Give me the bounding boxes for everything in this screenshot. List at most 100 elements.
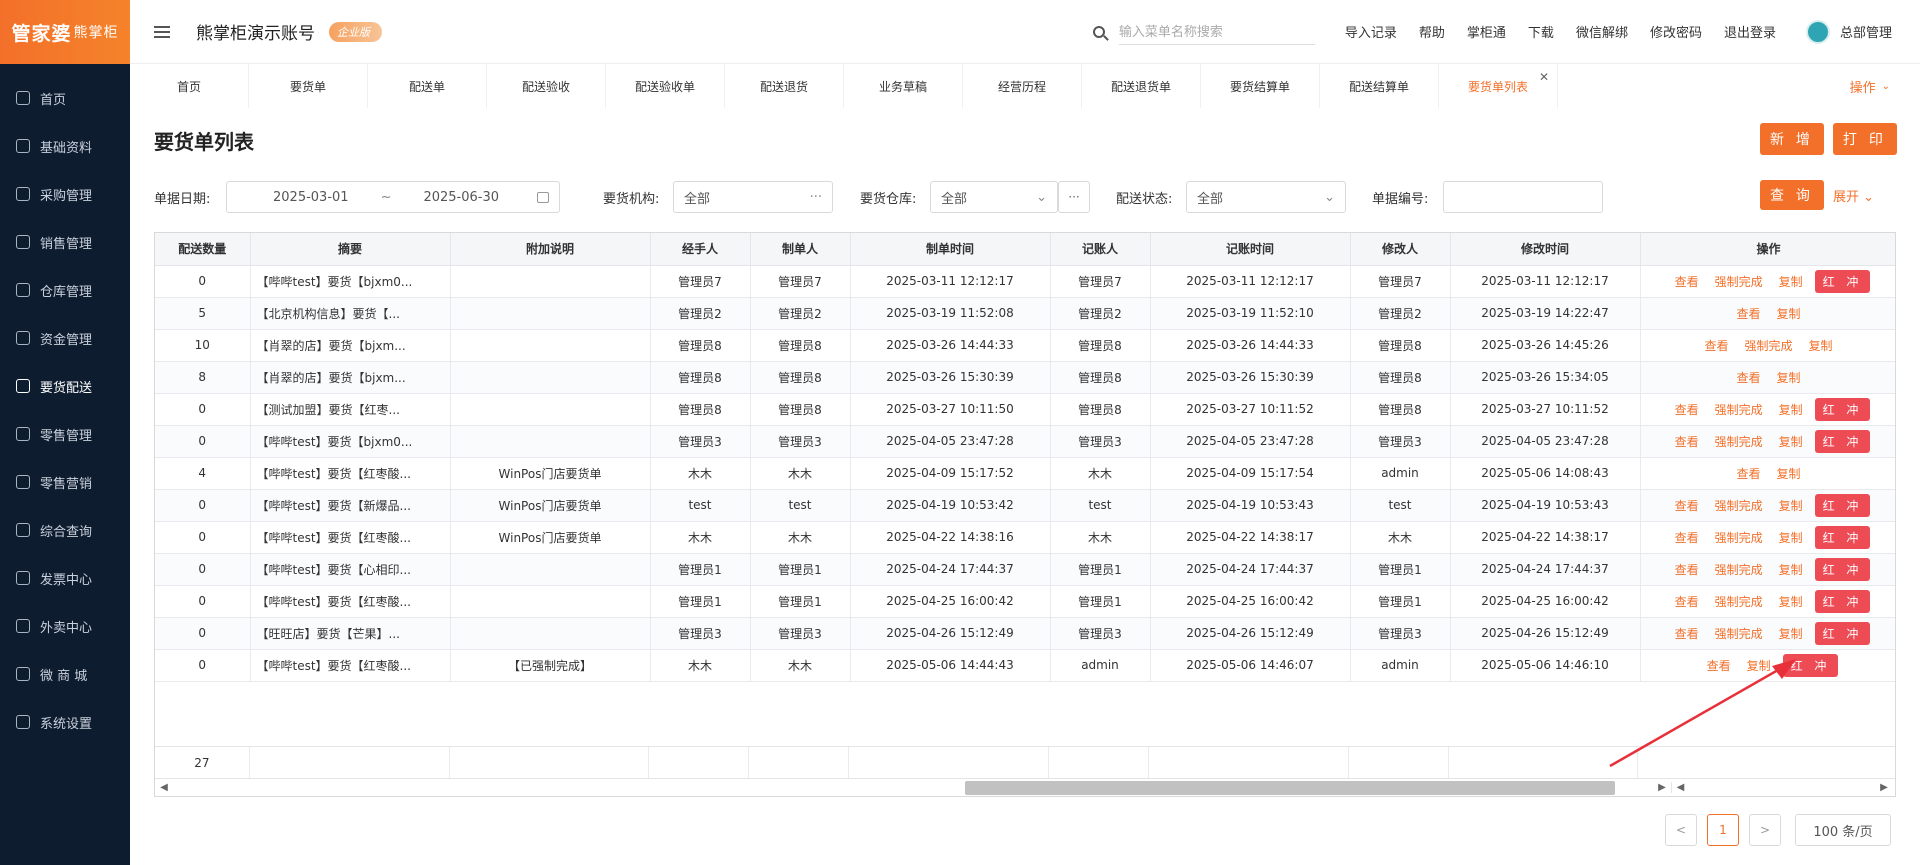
print-button[interactable]: 打 印 <box>1833 123 1897 155</box>
date-range-picker[interactable]: 2025-03-01 ~ 2025-06-30 <box>226 181 560 213</box>
column-header[interactable]: 制单人 <box>750 233 851 266</box>
page-number-button[interactable]: 1 <box>1707 814 1739 846</box>
view-link[interactable]: 查看 <box>1675 627 1699 641</box>
view-link[interactable]: 查看 <box>1736 467 1760 481</box>
sidebar-item[interactable]: 资金管理 <box>0 314 130 362</box>
column-header[interactable]: 记账人 <box>1050 233 1151 266</box>
table-row[interactable]: 0 【哔哔test】要货【红枣酸... WinPos门店要货单 木木 木木 2025-04… <box>155 521 1895 554</box>
copy-link[interactable]: 复制 <box>1779 275 1803 289</box>
copy-link[interactable]: 复制 <box>1809 339 1833 353</box>
new-button[interactable]: 新 增 <box>1760 123 1824 155</box>
column-header[interactable]: 经手人 <box>650 233 751 266</box>
table-row[interactable]: 0 【测试加盟】要货【红枣... 管理员8 管理员8 2025-03-27 10:11:… <box>155 393 1895 426</box>
red-reverse-button[interactable]: 红 冲 <box>1814 429 1871 453</box>
menu-toggle-icon[interactable] <box>154 25 170 38</box>
tab[interactable]: 要货单 <box>249 64 368 108</box>
avatar[interactable] <box>1805 19 1830 44</box>
copy-link[interactable]: 复制 <box>1777 307 1801 321</box>
red-reverse-button[interactable]: 红 冲 <box>1814 397 1871 421</box>
red-reverse-button[interactable]: 红 冲 <box>1814 557 1871 581</box>
column-header[interactable]: 配送数量 <box>155 233 251 266</box>
view-link[interactable]: 查看 <box>1675 595 1699 609</box>
scroll-left-icon[interactable]: ◀ <box>155 782 173 793</box>
view-link[interactable]: 查看 <box>1675 499 1699 513</box>
column-header[interactable]: 修改人 <box>1350 233 1451 266</box>
table-row[interactable]: 0 【哔哔test】要货【新爆品... WinPos门店要货单 test test 202… <box>155 489 1895 522</box>
tab[interactable]: 配送结算单 <box>1320 64 1439 108</box>
sidebar-item[interactable]: 微 商 城 <box>0 650 130 698</box>
sidebar-item[interactable]: 基础资料 <box>0 122 130 170</box>
column-header[interactable]: 记账时间 <box>1150 233 1351 266</box>
view-link[interactable]: 查看 <box>1675 275 1699 289</box>
tab[interactable]: 经营历程 <box>963 64 1082 108</box>
copy-link[interactable]: 复制 <box>1779 595 1803 609</box>
next-page-button[interactable]: > <box>1749 814 1781 846</box>
change-password-link[interactable]: 修改密码 <box>1650 22 1702 41</box>
tab[interactable]: 业务草稿 <box>844 64 963 108</box>
force-complete-link[interactable]: 强制完成 <box>1715 531 1763 545</box>
warehouse-more-button[interactable]: ··· <box>1058 181 1090 213</box>
warehouse-select[interactable]: 全部 ⌄ <box>930 181 1058 213</box>
tab[interactable]: 配送验收单 <box>606 64 725 108</box>
copy-link[interactable]: 复制 <box>1779 531 1803 545</box>
sidebar-item[interactable]: 要货配送 <box>0 362 130 410</box>
table-row[interactable]: 0 【哔哔test】要货【心相印... 管理员1 管理员1 2025-04-24 17:… <box>155 553 1895 586</box>
help-link[interactable]: 帮助 <box>1419 22 1445 41</box>
copy-link[interactable]: 复制 <box>1779 627 1803 641</box>
close-icon[interactable]: ✕ <box>1539 70 1549 84</box>
sidebar-item[interactable]: 销售管理 <box>0 218 130 266</box>
column-header[interactable]: 操作 <box>1640 233 1895 266</box>
tab[interactable]: 首页 <box>130 64 249 108</box>
table-row[interactable]: 8 【肖翠的店】要货【bjxm... 管理员8 管理员8 2025-03-26 15:3… <box>155 361 1895 394</box>
query-button[interactable]: 查 询 <box>1760 180 1824 210</box>
sidebar-item[interactable]: 零售营销 <box>0 458 130 506</box>
column-header[interactable]: 摘要 <box>250 233 451 266</box>
sidebar-item[interactable]: 系统设置 <box>0 698 130 746</box>
force-complete-link[interactable]: 强制完成 <box>1715 627 1763 641</box>
zhanggui-link[interactable]: 掌柜通 <box>1467 22 1506 41</box>
tab[interactable]: 配送验收 <box>487 64 606 108</box>
copy-link[interactable]: 复制 <box>1779 563 1803 577</box>
red-reverse-button[interactable]: 红 冲 <box>1814 525 1871 549</box>
tab[interactable]: 配送单 <box>368 64 487 108</box>
table-row[interactable]: 4 【哔哔test】要货【红枣酸... WinPos门店要货单 木木 木木 2025-04… <box>155 457 1895 490</box>
table-row[interactable]: 0 【哔哔test】要货【红枣酸... 管理员1 管理员1 2025-04-25 16:… <box>155 585 1895 618</box>
import-records-link[interactable]: 导入记录 <box>1345 22 1397 41</box>
copy-link[interactable]: 复制 <box>1779 499 1803 513</box>
copy-link[interactable]: 复制 <box>1779 435 1803 449</box>
copy-link[interactable]: 复制 <box>1777 371 1801 385</box>
column-header[interactable]: 制单时间 <box>850 233 1051 266</box>
tab-ops-dropdown[interactable]: 操作 ⌄ <box>1850 64 1920 108</box>
red-reverse-button[interactable]: 红 冲 <box>1814 621 1871 645</box>
status-select[interactable]: 全部 ⌄ <box>1186 181 1346 213</box>
column-header[interactable]: 修改时间 <box>1450 233 1641 266</box>
table-row[interactable]: 5 【北京机构信息】要货【... 管理员2 管理员2 2025-03-19 11:52:… <box>155 297 1895 330</box>
scroll-track[interactable] <box>173 779 1663 797</box>
wechat-unbind-link[interactable]: 微信解绑 <box>1576 22 1628 41</box>
force-complete-link[interactable]: 强制完成 <box>1715 595 1763 609</box>
view-link[interactable]: 查看 <box>1704 339 1728 353</box>
scroll-right-icon[interactable]: ▶ <box>1875 782 1893 793</box>
sidebar-item[interactable]: 外卖中心 <box>0 602 130 650</box>
tab[interactable]: 配送退货单 <box>1082 64 1201 108</box>
table-row[interactable]: 0 【哔哔test】要货【bjxm0... 管理员3 管理员3 2025-04-05 2… <box>155 425 1895 458</box>
scroll-right-icon[interactable]: ▶ <box>1653 782 1671 793</box>
org-select[interactable]: 全部 ··· <box>673 181 833 213</box>
table-row[interactable]: 0 【哔哔test】要货【bjxm0... 管理员7 管理员7 2025-03-11 1… <box>155 265 1895 298</box>
copy-link[interactable]: 复制 <box>1777 467 1801 481</box>
force-complete-link[interactable]: 强制完成 <box>1715 499 1763 513</box>
sidebar-item[interactable]: 发票中心 <box>0 554 130 602</box>
bill-no-input[interactable] <box>1443 181 1603 213</box>
force-complete-link[interactable]: 强制完成 <box>1715 563 1763 577</box>
sidebar-item[interactable]: 零售管理 <box>0 410 130 458</box>
column-header[interactable]: 附加说明 <box>450 233 651 266</box>
scroll-left-icon[interactable]: ◀ <box>1671 782 1689 793</box>
table-row[interactable]: 10 【肖翠的店】要货【bjxm... 管理员8 管理员8 2025-03-26 14:… <box>155 329 1895 362</box>
tab[interactable]: 要货单列表 ✕ <box>1439 64 1558 108</box>
sidebar-item[interactable]: 综合查询 <box>0 506 130 554</box>
tab[interactable]: 要货结算单 <box>1201 64 1320 108</box>
table-row[interactable]: 0 【旺旺店】要货【芒果】... 管理员3 管理员3 2025-04-26 15:12:… <box>155 617 1895 650</box>
user-name[interactable]: 总部管理 <box>1840 22 1892 41</box>
force-complete-link[interactable]: 强制完成 <box>1715 275 1763 289</box>
page-size-select[interactable]: 100 条/页 <box>1795 814 1891 846</box>
